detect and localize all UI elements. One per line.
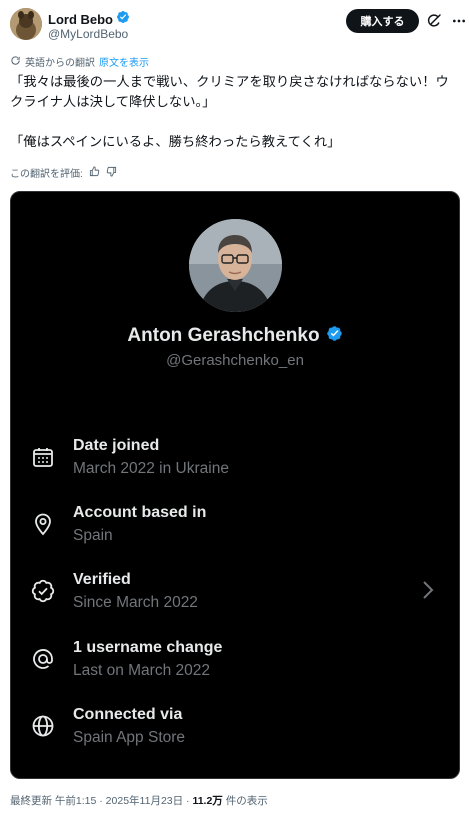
profile-display-name: Anton Gerashchenko (127, 325, 320, 346)
view-count-label: 件の表示 (222, 795, 268, 807)
profile-handle: @Gerashchenko_en (166, 352, 304, 369)
post-text: 「我々は最後の一人まで戦い、クリミアを取り戻さなければならない！ウクライナ人は決… (10, 72, 462, 152)
attached-image[interactable]: Anton Gerashchenko @Gerashchenko_en Date… (10, 191, 460, 779)
info-row-subtitle: Last on March 2022 (73, 662, 211, 679)
post-text-paragraph-1: 「我々は最後の一人まで戦い、クリミアを取り戻さなければならない！ウクライナ人は決… (10, 74, 449, 109)
info-row-verified[interactable]: Verified Since March 2022 (11, 567, 459, 615)
show-original-link[interactable]: 原文を表示 (99, 54, 149, 69)
chevron-right-icon[interactable] (421, 579, 435, 601)
translated-from-label: 英語からの翻訳 (25, 58, 95, 69)
author-display-name[interactable]: Lord Bebo (48, 12, 113, 27)
post-text-paragraph-2: 「俺はスペインにいるよ、勝ち終わったら教えてくれ」 (10, 134, 341, 149)
info-row-title: 1 username change (73, 639, 223, 656)
info-row-username-change: 1 username change Last on March 2022 (11, 635, 459, 683)
info-row-connected-via: Connected via Spain App Store (11, 702, 459, 750)
info-row-subtitle: March 2022 in Ukraine (73, 460, 229, 477)
profile-name-row: Anton Gerashchenko (11, 325, 459, 347)
translate-icon (10, 55, 21, 69)
verified-badge-icon (326, 325, 343, 347)
post-header: Lord Bebo @MyLordBebo 購入する (10, 8, 465, 42)
rate-translation-row: この翻訳を評価: (10, 165, 117, 180)
grok-icon[interactable] (426, 13, 442, 29)
info-row-title: Verified (73, 571, 131, 588)
view-count: 11.2万 (192, 795, 223, 807)
translation-notice: 英語からの翻訳 原文を表示 (10, 54, 149, 69)
info-row-title: Connected via (73, 706, 183, 723)
profile-photo (189, 219, 282, 312)
globe-icon (31, 714, 55, 738)
post-metadata: 最終更新 午前1:15 · 2025年11月23日 · 11.2万 件の表示 (10, 793, 268, 808)
thumbs-up-icon[interactable] (89, 165, 100, 180)
info-row-subtitle: Since March 2022 (73, 594, 198, 611)
location-pin-icon (31, 512, 55, 536)
buy-button[interactable]: 購入する (346, 9, 419, 33)
info-row-title: Account based in (73, 504, 207, 521)
at-sign-icon (31, 647, 55, 671)
verified-outline-icon (31, 579, 55, 603)
post-timestamp[interactable]: 最終更新 午前1:15 · 2025年11月23日 · (10, 795, 192, 807)
info-row-subtitle: Spain App Store (73, 729, 186, 746)
info-row-date-joined: Date joined March 2022 in Ukraine (11, 433, 459, 481)
info-row-account-based-in: Account based in Spain (11, 500, 459, 548)
calendar-icon (31, 445, 55, 469)
thumbs-down-icon[interactable] (106, 166, 117, 180)
info-row-subtitle: Spain (73, 527, 113, 544)
more-options-icon[interactable] (451, 13, 467, 29)
author-avatar[interactable] (10, 8, 42, 40)
rate-translation-label: この翻訳を評価: (10, 169, 83, 180)
info-row-title: Date joined (73, 437, 160, 454)
author-handle[interactable]: @MyLordBebo (48, 27, 128, 41)
